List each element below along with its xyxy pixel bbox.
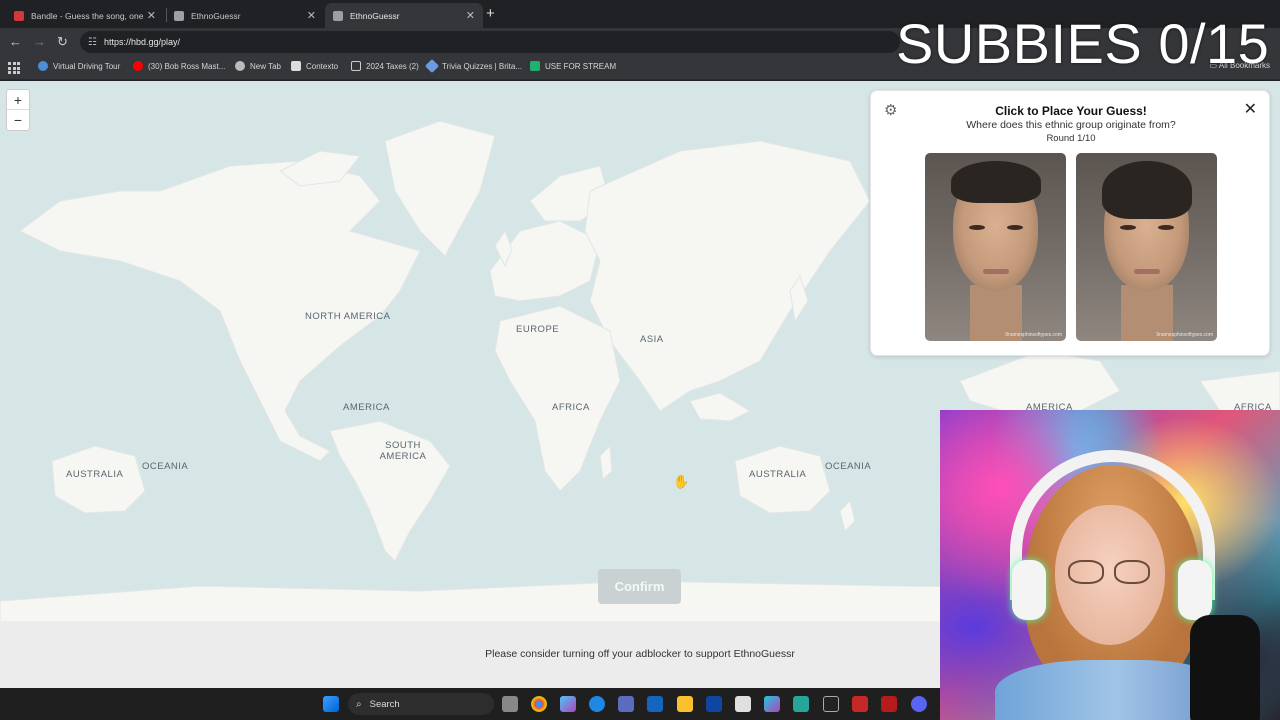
bookmark-trivia-quizzes[interactable]: Trivia Quizzes | Brita... — [424, 58, 523, 74]
copilot-icon[interactable] — [560, 696, 576, 712]
url-text: https://hbd.gg/play/ — [103, 37, 181, 47]
new-tab-button[interactable]: + — [486, 5, 495, 22]
confirm-button[interactable]: Confirm — [598, 569, 681, 604]
bookmark-label: Virtual Driving Tour — [53, 61, 121, 71]
tab-bandle[interactable]: Bandle - Guess the song, one i ✕ — [6, 3, 164, 28]
panel-question: Where does this ethnic group originate f… — [966, 119, 1176, 131]
round-counter: Round 1/10 — [1046, 133, 1096, 144]
zoom-control: + − — [6, 89, 30, 131]
label-north-america: NORTH AMERICA — [305, 311, 391, 322]
bookmark-contexto[interactable]: Contexto — [291, 61, 338, 71]
zoom-out-button[interactable]: − — [7, 110, 29, 130]
image-watermark: 9namesphinsoftypes.com — [1156, 332, 1213, 338]
male-face-image: 9namesphinsoftypes.com — [925, 153, 1066, 341]
chrome-taskbar-icon[interactable] — [531, 696, 547, 712]
file-explorer-icon[interactable] — [677, 696, 693, 712]
folder-icon — [351, 61, 361, 71]
bookmark-label: Trivia Quizzes | Brita... — [442, 61, 523, 71]
bookmark-bob-ross[interactable]: (30) Bob Ross Mast... — [133, 61, 225, 71]
bookmark-use-for-stream[interactable]: USE FOR STREAM — [530, 61, 616, 71]
ethnoguessr-favicon-icon — [333, 10, 343, 21]
store-icon[interactable] — [735, 696, 751, 712]
search-icon: ⌕ — [356, 698, 362, 710]
label-america: AMERICA — [343, 402, 390, 413]
windows-start-icon[interactable] — [323, 696, 339, 712]
p-icon — [530, 61, 540, 71]
bookmark-virtual-driving-tour[interactable]: Virtual Driving Tour — [38, 61, 120, 71]
bandle-favicon-icon — [14, 10, 24, 21]
tab-ethnoguessr-active[interactable]: EthnoGuessr ✕ — [325, 3, 483, 28]
bookmark-label: (30) Bob Ross Mast... — [148, 61, 226, 71]
ethnoguessr-favicon-icon — [174, 10, 184, 21]
subbies-counter: SUBBIES 0/15 — [896, 12, 1270, 75]
image-watermark: 9namesphinsoftypes.com — [1005, 332, 1062, 338]
tab-title: Bandle - Guess the song, one i — [31, 10, 143, 21]
label-europe: EUROPE — [516, 324, 560, 335]
bookmark-label: USE FOR STREAM — [545, 61, 617, 71]
outlook-icon[interactable] — [706, 696, 722, 712]
app-icon[interactable] — [793, 696, 809, 712]
close-tab-icon[interactable]: ✕ — [307, 9, 316, 22]
taskbar-search[interactable]: ⌕ Search — [348, 693, 494, 715]
apps-grid-icon[interactable] — [8, 62, 20, 74]
label-oceania-left: OCEANIA — [142, 461, 189, 472]
address-bar[interactable]: ☷ https://hbd.gg/play/ — [80, 31, 900, 53]
tab-ethnoguessr-1[interactable]: EthnoGuessr ✕ — [166, 3, 324, 28]
reload-icon[interactable]: ↻ — [57, 34, 68, 50]
webcam-overlay — [940, 410, 1280, 720]
discord-icon[interactable] — [911, 696, 927, 712]
guess-panel: ⚙ ✕ Click to Place Your Guess! Where doe… — [870, 90, 1270, 356]
bookmark-2024-taxes[interactable]: 2024 Taxes (2) — [351, 61, 419, 71]
taskbar-search-label: Search — [369, 698, 400, 710]
female-face-image: 9namesphinsoftypes.com — [1076, 153, 1217, 341]
tab-title: EthnoGuessr — [191, 10, 241, 21]
adblock-notice: Please consider turning off your adblock… — [0, 622, 940, 688]
label-africa: AFRICA — [552, 402, 590, 413]
forward-arrow-icon[interactable]: → — [33, 34, 46, 50]
label-australia-right: AUSTRALIA — [749, 469, 807, 480]
globe-icon — [38, 61, 48, 71]
m365-icon[interactable] — [764, 696, 780, 712]
tab-title: EthnoGuessr — [350, 10, 400, 21]
contexto-icon — [291, 61, 301, 71]
app-icon[interactable] — [881, 696, 897, 712]
back-arrow-icon[interactable]: ← — [9, 34, 22, 50]
chrome-icon — [235, 61, 245, 71]
bookmark-label: New Tab — [250, 61, 281, 71]
britannica-icon — [424, 58, 440, 74]
bookmark-label: Contexto — [306, 61, 339, 71]
edge-icon[interactable] — [589, 696, 605, 712]
bookmark-new-tab[interactable]: New Tab — [235, 61, 281, 71]
label-australia-left: AUSTRALIA — [66, 469, 124, 480]
site-info-icon[interactable]: ☷ — [88, 37, 97, 48]
label-south-america: SOUTH AMERICA — [379, 440, 427, 462]
youtube-icon — [133, 61, 143, 71]
panel-title: Click to Place Your Guess! — [995, 104, 1147, 118]
close-tab-icon[interactable]: ✕ — [466, 9, 475, 22]
close-tab-icon[interactable]: ✕ — [147, 9, 156, 22]
label-oceania-right: OCEANIA — [825, 461, 872, 472]
task-view-icon[interactable] — [502, 696, 518, 712]
teams-icon[interactable] — [618, 696, 634, 712]
label-asia: ASIA — [640, 334, 664, 345]
capcut-icon[interactable] — [823, 696, 839, 712]
photos-icon[interactable] — [647, 696, 663, 712]
hand-cursor-icon: ✋ — [673, 474, 690, 489]
zoom-in-button[interactable]: + — [7, 90, 29, 110]
app-icon[interactable] — [852, 696, 868, 712]
bookmark-label: 2024 Taxes (2) — [366, 61, 419, 71]
